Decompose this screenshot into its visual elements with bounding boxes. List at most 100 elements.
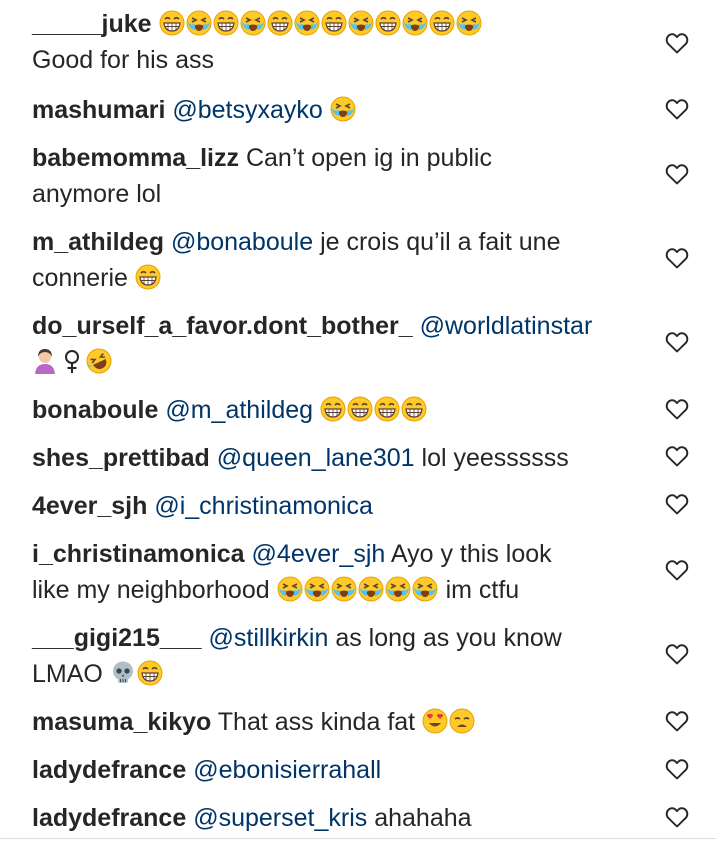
comment-text: like my neighborhood — [32, 576, 270, 604]
cry-emoji-icon — [330, 96, 356, 122]
comment-username[interactable]: i_christinamonica — [32, 540, 245, 568]
grin-emoji-icon — [321, 10, 347, 36]
cry-emoji-icon — [331, 576, 357, 602]
comment-item: masuma_kikyo That ass kinda fat — [32, 704, 632, 740]
comment-item: babemomma_lizz Can’t open ig in public a… — [32, 140, 632, 212]
like-heart-icon[interactable] — [665, 758, 689, 780]
like-heart-icon[interactable] — [665, 493, 689, 515]
comment-text: im ctfu — [445, 576, 520, 604]
comment-text: lol yeessssss — [421, 444, 569, 472]
comment-mention[interactable]: @4ever_sjh — [252, 540, 386, 568]
comment-username[interactable]: ___gigi215___ — [32, 624, 202, 652]
cry-emoji-icon — [456, 10, 482, 36]
comment-text: Ayo y this look — [390, 540, 552, 568]
grin-emoji-icon — [401, 396, 427, 422]
comment-item: mashumari @betsyxayko — [32, 92, 632, 128]
female-emoji-icon — [59, 348, 85, 374]
cry-emoji-icon — [277, 576, 303, 602]
cry-emoji-icon — [294, 10, 320, 36]
emoji-group — [110, 660, 164, 688]
like-heart-icon[interactable] — [665, 445, 689, 467]
cry-emoji-icon — [402, 10, 428, 36]
cry-emoji-icon — [304, 576, 330, 602]
comment-username[interactable]: m_athildeg — [32, 228, 164, 256]
like-heart-icon[interactable] — [665, 710, 689, 732]
comment-mention[interactable]: @bonaboule — [171, 228, 313, 256]
emoji-group — [159, 10, 483, 38]
cry-emoji-icon — [348, 10, 374, 36]
comment-text: connerie — [32, 264, 128, 292]
like-heart-icon[interactable] — [665, 247, 689, 269]
comment-item: do_urself_a_favor.dont_bother_ @worldlat… — [32, 308, 632, 380]
comment-username[interactable]: bonaboule — [32, 396, 158, 424]
grin-emoji-icon — [375, 10, 401, 36]
comment-username[interactable]: babemomma_lizz — [32, 144, 239, 172]
like-heart-icon[interactable] — [665, 163, 689, 185]
grin-emoji-icon — [159, 10, 185, 36]
emoji-group — [422, 708, 476, 736]
comment-mention[interactable]: @worldlatinstar — [420, 312, 593, 340]
comment-text: je crois qu’il a fait une — [320, 228, 561, 256]
comment-username[interactable]: masuma_kikyo — [32, 708, 211, 736]
comment-item: 4ever_sjh @i_christinamonica — [32, 488, 632, 524]
comment-mention[interactable]: @i_christinamonica — [154, 492, 373, 520]
skull-emoji-icon — [110, 660, 136, 686]
like-heart-icon[interactable] — [665, 559, 689, 581]
grin-emoji-icon — [429, 10, 455, 36]
comment-item: ladydefrance @superset_kris ahahaha — [32, 800, 632, 836]
facepalm-emoji-icon — [32, 348, 58, 374]
emoji-group — [320, 396, 428, 424]
like-heart-icon[interactable] — [665, 806, 689, 828]
comment-item: shes_prettibad @queen_lane301 lol yeesss… — [32, 440, 632, 476]
comment-item: bonaboule @m_athildeg — [32, 392, 632, 428]
cry-emoji-icon — [412, 576, 438, 602]
grin-emoji-icon — [320, 396, 346, 422]
comment-text: anymore lol — [32, 180, 162, 208]
comment-username[interactable]: do_urself_a_favor.dont_bother_ — [32, 312, 413, 340]
tired-emoji-icon — [449, 708, 475, 734]
comment-mention[interactable]: @superset_kris — [193, 804, 367, 832]
like-heart-icon[interactable] — [665, 98, 689, 120]
comment-username[interactable]: shes_prettibad — [32, 444, 210, 472]
comment-username[interactable]: 4ever_sjh — [32, 492, 147, 520]
comment-mention[interactable]: @m_athildeg — [165, 396, 313, 424]
grin-emoji-icon — [135, 264, 161, 290]
like-heart-icon[interactable] — [665, 643, 689, 665]
comment-text: ahahaha — [374, 804, 472, 832]
comment-mention[interactable]: @ebonisierrahall — [193, 756, 381, 784]
grin-emoji-icon — [267, 10, 293, 36]
emoji-group — [277, 576, 439, 604]
rofl-emoji-icon — [86, 348, 112, 374]
grin-emoji-icon — [137, 660, 163, 686]
like-heart-icon[interactable] — [665, 32, 689, 54]
cry-emoji-icon — [186, 10, 212, 36]
comment-text: That ass kinda fat — [217, 708, 416, 736]
comment-username[interactable]: _____juke — [32, 10, 152, 38]
cry-emoji-icon — [358, 576, 384, 602]
comment-username[interactable]: mashumari — [32, 96, 165, 124]
grin-emoji-icon — [347, 396, 373, 422]
comment-text: Can’t open ig in public — [245, 144, 492, 172]
comment-item: i_christinamonica @4ever_sjh Ayo y this … — [32, 536, 632, 608]
comment-text: as long as you know — [335, 624, 562, 652]
emoji-group — [32, 348, 113, 376]
comment-mention[interactable]: @queen_lane301 — [217, 444, 415, 472]
comment-item: ___gigi215___ @stillkirkin as long as yo… — [32, 620, 632, 692]
like-heart-icon[interactable] — [665, 398, 689, 420]
comment-item: _____juke Good for his ass — [32, 6, 632, 78]
comment-username[interactable]: ladydefrance — [32, 804, 186, 832]
emoji-group — [135, 264, 162, 292]
grin-emoji-icon — [374, 396, 400, 422]
comment-mention[interactable]: @betsyxayko — [172, 96, 322, 124]
comment-username[interactable]: ladydefrance — [32, 756, 186, 784]
comment-mention[interactable]: @stillkirkin — [209, 624, 329, 652]
divider — [0, 838, 716, 839]
comment-item: m_athildeg @bonaboule je crois qu’il a f… — [32, 224, 632, 296]
like-heart-icon[interactable] — [665, 331, 689, 353]
hearteyes-emoji-icon — [422, 708, 448, 734]
cry-emoji-icon — [385, 576, 411, 602]
comment-text: Good for his ass — [32, 46, 215, 74]
emoji-group — [330, 96, 357, 124]
cry-emoji-icon — [240, 10, 266, 36]
comment-item: ladydefrance @ebonisierrahall — [32, 752, 632, 788]
